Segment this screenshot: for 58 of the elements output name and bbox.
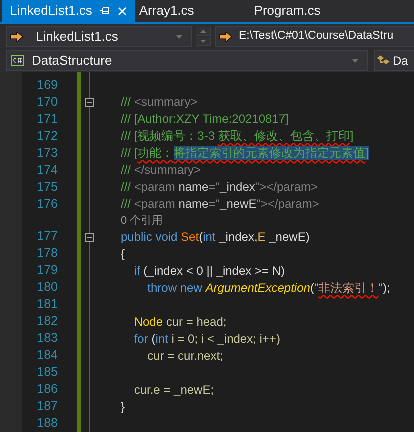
- scroll-up-icon[interactable]: [196, 27, 211, 36]
- dropdown-caret-icon: [352, 58, 359, 62]
- path-dropdown[interactable]: E:\Test\C#01\Course\DataStru: [215, 26, 414, 47]
- file-tab[interactable]: LinkedList1.cs: [2, 0, 136, 22]
- code-line: if (_index < 0 || _index >= N): [133, 263, 285, 280]
- collapse-icon[interactable]: [85, 232, 94, 242]
- line-number: 185: [37, 364, 58, 382]
- code-line: /// <param name="_index"></param>: [121, 179, 318, 196]
- line-number: 177: [37, 228, 58, 246]
- line-number: 170: [37, 94, 58, 112]
- code-line: /// [视频编号：3-3 获取、修改、包含、打印]: [121, 128, 354, 146]
- member-icon: [377, 54, 390, 66]
- scroll-down-icon[interactable]: [196, 37, 211, 46]
- tab-label: LinkedList1.cs: [10, 2, 92, 20]
- file-dropdown[interactable]: LinkedList1.cs: [6, 26, 192, 47]
- line-number: 169: [37, 77, 58, 94]
- line-number: 175: [37, 179, 58, 196]
- line-number: 176: [37, 196, 58, 214]
- code-line: public void Set(int _index,E _newE): [121, 229, 310, 246]
- code-line: throw new ArgumentException("非法索引！");: [146, 280, 390, 298]
- line-number: 173: [37, 145, 58, 162]
- line-number: 186: [37, 381, 58, 398]
- tab-label: Program.cs: [254, 2, 321, 20]
- code-line: /// <summary>: [121, 94, 198, 112]
- line-number: 188: [37, 415, 58, 432]
- member-dropdown[interactable]: Da: [374, 50, 414, 71]
- code-line: /// </summary>: [121, 162, 202, 180]
- line-number: 184: [37, 347, 58, 364]
- file-tab[interactable]: Program.cs: [250, 0, 377, 22]
- project-dropdown[interactable]: DataStructure: [6, 50, 368, 71]
- arrow-icon: [10, 32, 24, 42]
- csharp-file-icon: [11, 55, 24, 66]
- line-number: 187: [37, 398, 58, 416]
- line-number: 180: [37, 279, 58, 296]
- line-number: 182: [37, 313, 58, 330]
- code-line: cur = cur.next;: [146, 348, 224, 365]
- arrow-icon: [219, 32, 233, 42]
- line-number: 179: [37, 262, 58, 280]
- collapse-icon[interactable]: [85, 98, 94, 107]
- line-number: 183: [37, 330, 58, 348]
- line-number: 172: [37, 128, 58, 146]
- code-line: for (int i = 0; i < _index; i++): [133, 331, 280, 348]
- close-icon[interactable]: [118, 6, 128, 16]
- code-line: /// [Author:XZY Time:20210817]: [121, 111, 289, 128]
- line-number: 171: [37, 111, 58, 128]
- code-line: cur.e = _newE;: [133, 382, 214, 399]
- code-line: {: [121, 246, 126, 264]
- line-number: 178: [37, 245, 58, 262]
- reference-count[interactable]: 0 个引用: [121, 212, 164, 229]
- tab-label: Array1.cs: [139, 2, 194, 20]
- code-line: Node cur = head;: [133, 314, 227, 331]
- line-number: 174: [37, 162, 58, 180]
- code-line: /// <param name="_newE"></param>: [121, 196, 320, 214]
- line-number: 181: [37, 296, 58, 314]
- file-tab[interactable]: Array1.cs: [135, 0, 250, 22]
- code-line: }: [121, 398, 126, 416]
- dropdown-caret-icon: [176, 34, 183, 38]
- pin-icon[interactable]: [100, 7, 110, 15]
